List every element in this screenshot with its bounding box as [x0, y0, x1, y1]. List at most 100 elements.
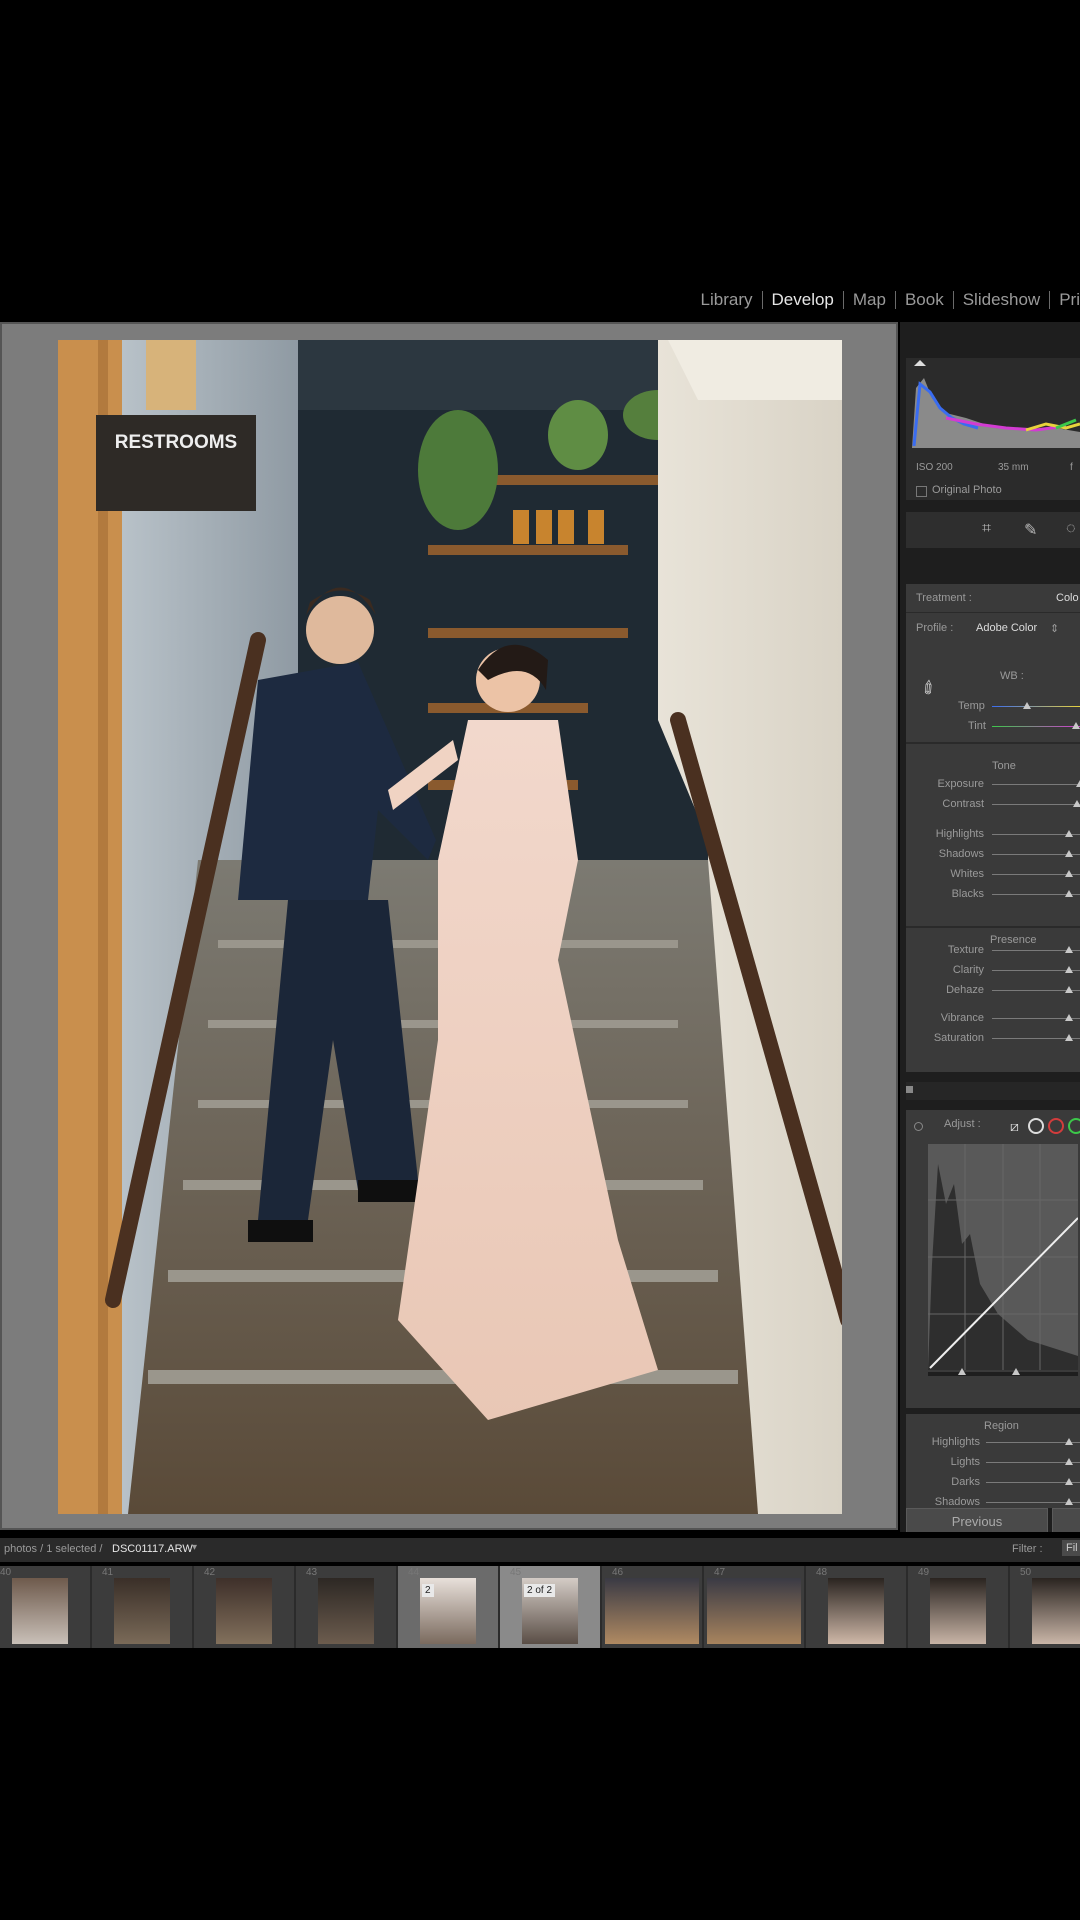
filmstrip-cell[interactable]: 45 2 of 2: [500, 1566, 602, 1648]
slider-label-clarity: Clarity: [952, 964, 984, 976]
basic-panel: ✐ WB : Temp Tint Tone Presence Exposure C…: [906, 664, 1080, 1072]
right-panel: ISO 200 35 mm f Original Photo ⌗ ✎ ◌ Tre…: [900, 322, 1080, 1532]
filename-dropdown-icon[interactable]: ▾: [192, 1542, 197, 1553]
tone-curve-graph[interactable]: [928, 1144, 1078, 1370]
filmstrip-cell[interactable]: 41: [92, 1566, 194, 1648]
filmstrip-thumbnail[interactable]: [216, 1578, 272, 1644]
slider-label-saturation: Saturation: [933, 1032, 984, 1044]
filmstrip-thumbnail[interactable]: [114, 1578, 170, 1644]
crop-icon[interactable]: ⌗: [982, 520, 991, 538]
profile-value[interactable]: Adobe Color: [976, 622, 1037, 634]
filmstrip-thumbnail[interactable]: [12, 1578, 68, 1644]
original-photo-label: Original Photo: [932, 484, 1002, 496]
temp-label: Temp: [958, 700, 985, 712]
slider-track-exposure[interactable]: [992, 784, 1080, 785]
module-tab-slideshow[interactable]: Slideshow: [952, 291, 1050, 309]
original-photo-checkbox[interactable]: [916, 486, 927, 497]
filmstrip-thumbnail[interactable]: [318, 1578, 374, 1644]
filmstrip-path[interactable]: photos / 1 selected /: [4, 1543, 102, 1555]
filmstrip-cell[interactable]: 42: [194, 1566, 296, 1648]
healing-icon[interactable]: ✎: [1024, 520, 1037, 540]
treatment-value[interactable]: Colo: [1056, 592, 1079, 604]
slider-knob-highlights[interactable]: [1065, 830, 1074, 837]
filmstrip-cell-number: 43: [306, 1567, 318, 1578]
curve-split-slider[interactable]: [928, 1372, 1078, 1376]
parametric-curve-icon[interactable]: ⧄: [1010, 1118, 1019, 1135]
panel-collapse-handle[interactable]: [906, 1086, 913, 1093]
reset-button[interactable]: [1052, 1508, 1080, 1532]
stack-badge[interactable]: 2: [422, 1584, 434, 1597]
region-label-lights: Lights: [950, 1456, 980, 1468]
filmstrip-thumbnail[interactable]: [930, 1578, 986, 1644]
red-eye-icon[interactable]: ◌: [1066, 520, 1076, 538]
slider-knob-dehaze[interactable]: [1065, 986, 1074, 993]
slider-knob-shadows[interactable]: [1065, 850, 1074, 857]
module-tab-map[interactable]: Map: [842, 291, 895, 309]
slider-label-vibrance: Vibrance: [940, 1012, 984, 1024]
main-photo[interactable]: RESTROOMS: [58, 340, 842, 1514]
restroom-sign-text: RESTROOMS: [115, 432, 237, 453]
curve-split-knob-1[interactable]: [958, 1368, 966, 1375]
region-label-shadows: Shadows: [934, 1496, 980, 1508]
filmstrip-thumbnail[interactable]: [828, 1578, 884, 1644]
curve-split-knob-2[interactable]: [1012, 1368, 1020, 1375]
filter-dropdown[interactable]: Fil: [1062, 1540, 1080, 1556]
panel-collapse-bar[interactable]: [906, 1082, 1080, 1100]
tone-curve-target-icon[interactable]: [914, 1122, 923, 1131]
tint-slider-knob[interactable]: [1071, 722, 1080, 729]
tint-slider-track[interactable]: [992, 726, 1080, 727]
filmstrip-thumbnail[interactable]: [707, 1578, 801, 1644]
module-tab-develop[interactable]: Develop: [761, 291, 843, 309]
filmstrip-bar: photos / 1 selected / DSC01117.ARW ▾ Fil…: [0, 1538, 1080, 1562]
slider-knob-texture[interactable]: [1065, 946, 1074, 953]
slider-knob-blacks[interactable]: [1065, 890, 1074, 897]
filmstrip-thumbnail[interactable]: [1032, 1578, 1080, 1644]
slider-knob-contrast[interactable]: [1073, 800, 1080, 807]
slider-label-contrast: Contrast: [942, 798, 984, 810]
stack-badge[interactable]: 2 of 2: [524, 1584, 556, 1597]
filmstrip-cell-number: 46: [612, 1567, 624, 1578]
filmstrip-cell[interactable]: 44 2: [398, 1566, 500, 1648]
region-knob-highlights[interactable]: [1064, 1438, 1073, 1445]
filmstrip-cell[interactable]: 46: [602, 1566, 704, 1648]
histogram-iso: ISO 200: [916, 462, 953, 473]
treatment-label: Treatment :: [916, 592, 972, 604]
region-knob-shadows[interactable]: [1064, 1498, 1073, 1505]
module-tab-library[interactable]: Library: [692, 291, 762, 309]
module-tab-book[interactable]: Book: [894, 291, 953, 309]
eyedropper-icon[interactable]: ✐: [917, 676, 942, 702]
module-tab-pri[interactable]: Pri: [1049, 291, 1080, 309]
tint-label: Tint: [968, 720, 986, 732]
filmstrip-cell[interactable]: 43: [296, 1566, 398, 1648]
histogram-focal: 35 mm: [998, 462, 1029, 473]
temp-slider-knob[interactable]: [1023, 702, 1032, 709]
region-knob-darks[interactable]: [1064, 1478, 1073, 1485]
slider-track-contrast[interactable]: [992, 804, 1080, 805]
slider-knob-saturation[interactable]: [1065, 1034, 1074, 1041]
slider-knob-clarity[interactable]: [1065, 966, 1074, 973]
filmstrip-cell-number: 49: [918, 1567, 930, 1578]
filmstrip-thumbnail[interactable]: [605, 1578, 699, 1644]
profile-label: Profile :: [916, 622, 954, 634]
histogram-aperture: f: [1070, 462, 1073, 473]
profile-stepper-icon[interactable]: ⇕: [1050, 622, 1059, 635]
filmstrip-cell[interactable]: 50: [1010, 1566, 1080, 1648]
slider-knob-exposure[interactable]: [1076, 780, 1080, 787]
filmstrip-cell[interactable]: 40: [0, 1566, 92, 1648]
filmstrip-cell[interactable]: 49: [908, 1566, 1010, 1648]
slider-label-dehaze: Dehaze: [946, 984, 984, 996]
filmstrip-cell[interactable]: 47: [704, 1566, 806, 1648]
slider-knob-vibrance[interactable]: [1065, 1014, 1074, 1021]
filmstrip-filename[interactable]: DSC01117.ARW: [112, 1543, 193, 1555]
filmstrip: 40 41 42 43 44 2 45 2 of 2 46 47 48 49 50: [0, 1566, 1080, 1648]
adjust-label: Adjust :: [944, 1118, 981, 1130]
previous-button[interactable]: Previous: [906, 1508, 1048, 1532]
red-channel-icon[interactable]: [1048, 1118, 1064, 1134]
region-knob-lights[interactable]: [1064, 1458, 1073, 1465]
slider-knob-whites[interactable]: [1065, 870, 1074, 877]
filmstrip-cell[interactable]: 48: [806, 1566, 908, 1648]
green-channel-icon[interactable]: [1068, 1118, 1080, 1134]
tone-curve-panel: Adjust : ⧄: [906, 1110, 1080, 1408]
point-curve-white-icon[interactable]: [1028, 1118, 1044, 1134]
temp-slider-track[interactable]: [992, 706, 1080, 707]
